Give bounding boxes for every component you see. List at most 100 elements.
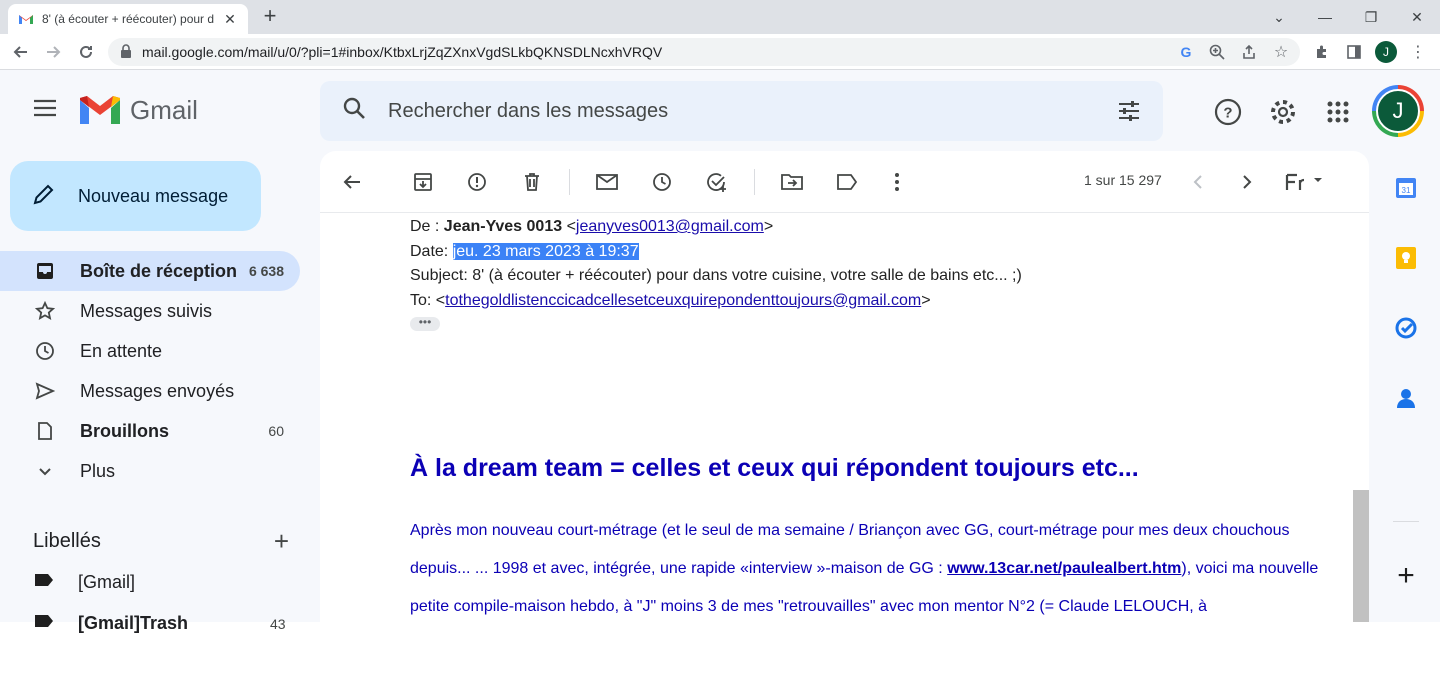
label-name: [Gmail] [78,572,136,592]
svg-text:31: 31 [1402,186,1411,195]
tab-close-icon[interactable]: ✕ [222,11,238,28]
label-item[interactable]: [Gmail] [34,572,135,593]
from-name: Jean-Yves 0013 [443,218,563,235]
sidebar-item-label: Boîte de réception [80,260,238,281]
chrome-menu-icon[interactable]: ⋮ [1406,40,1430,64]
sidebar-item-snoozed[interactable]: En attente [0,331,300,371]
compose-label: Nouveau message [78,185,229,206]
tab-search-icon[interactable]: ⌄ [1256,0,1302,34]
from-email-link[interactable]: jeanyves0013@gmail.com [576,218,764,235]
sidebar-item-sent[interactable]: Messages envoyés [0,371,300,411]
search-bar[interactable]: Rechercher dans les messages [320,81,1163,141]
add-to-tasks-icon[interactable] [704,169,730,195]
sidebar-item-inbox[interactable]: Boîte de réception 6 638 [0,251,300,291]
draft-icon [34,420,56,442]
back-arrow-icon[interactable] [9,40,33,64]
sidebar-item-label: Brouillons [80,420,169,441]
side-panel-icon[interactable] [1342,40,1366,64]
main-menu-icon[interactable] [32,98,58,123]
to-prefix: To: < [410,291,446,309]
zoom-icon[interactable] [1205,40,1229,64]
tasks-icon[interactable] [1393,315,1419,341]
forward-arrow-icon[interactable] [41,40,65,64]
message-headline: À la dream team = celles et ceux qui rép… [410,454,1139,482]
close-window-button[interactable]: ✕ [1394,0,1440,34]
label-item[interactable]: [Gmail]Trash 43 [34,613,286,634]
pencil-icon [32,182,56,211]
label-tag-icon [34,613,54,634]
header-date-line: Date: jeu. 23 mars 2023 à 19:37 [410,240,1340,265]
add-label-icon[interactable]: + [274,526,289,557]
sidebar-item-label: En attente [80,340,163,361]
sidebar-item-drafts[interactable]: Brouillons 60 [0,411,300,451]
clock-icon [34,340,56,362]
side-panel-divider [1393,521,1419,522]
minimize-button[interactable]: — [1302,0,1348,34]
input-tools-icon[interactable] [1283,169,1325,195]
contacts-icon[interactable] [1393,385,1419,411]
show-trimmed-content-button[interactable]: ••• [410,316,440,331]
toolbar-divider [569,169,570,195]
toolbar-divider [754,169,755,195]
gmail-app: Gmail Rechercher dans les messages ? J N… [0,70,1440,633]
search-icon[interactable] [342,96,366,126]
search-input[interactable]: Rechercher dans les messages [388,100,668,123]
older-chevron-icon[interactable] [1234,169,1260,195]
browser-profile-avatar[interactable]: J [1375,41,1397,63]
date-prefix: Date: [410,242,453,260]
delete-icon[interactable] [519,169,545,195]
message-body: De : Jean-Yves 0013 <jeanyves0013@gmail.… [410,215,1340,615]
add-addon-icon[interactable]: + [1393,559,1419,592]
sidebar-nav: Boîte de réception 6 638 Messages suivis… [0,251,300,491]
star-icon [34,300,56,322]
svg-text:?: ? [1223,105,1232,122]
address-bar[interactable]: mail.google.com/mail/u/0/?pli=1#inbox/Kt… [108,38,1300,66]
labels-title: Libellés [33,530,101,552]
google-icon[interactable]: G [1174,40,1198,64]
back-to-inbox-icon[interactable] [339,169,365,195]
settings-gear-icon[interactable] [1268,97,1298,127]
label-tag-icon [34,572,54,593]
lock-icon [120,43,134,61]
mark-unread-icon[interactable] [594,169,620,195]
restore-button[interactable]: ❐ [1348,0,1394,34]
move-to-icon[interactable] [779,169,805,195]
bookmark-star-icon[interactable]: ☆ [1269,40,1293,64]
message-scrollbar-thumb[interactable] [1353,490,1369,622]
date-value-selected: jeu. 23 mars 2023 à 19:37 [452,242,639,260]
new-tab-button[interactable]: + [258,5,282,29]
label-name: [Gmail]Trash [78,613,189,633]
help-icon[interactable]: ? [1213,97,1243,127]
sidebar-item-count: 6 638 [248,263,284,279]
snooze-icon[interactable] [649,169,675,195]
label-icon[interactable] [834,169,860,195]
paragraph-link[interactable]: www.13car.net/paulealbert.htm [947,560,1181,577]
inbox-icon [34,260,56,282]
apps-grid-icon[interactable] [1323,97,1353,127]
account-avatar-initial: J [1376,89,1420,133]
tab-title: 8' (à écouter + réécouter) pour d [42,12,215,26]
keep-icon[interactable] [1393,245,1419,271]
archive-icon[interactable] [410,169,436,195]
sidebar-item-starred[interactable]: Messages suivis [0,291,300,331]
report-spam-icon[interactable] [464,169,490,195]
browser-tab[interactable]: 8' (à écouter + réécouter) pour d ✕ [8,4,248,34]
more-options-icon[interactable] [884,169,910,195]
gmail-wordmark: Gmail [130,95,198,125]
browser-toolbar: mail.google.com/mail/u/0/?pli=1#inbox/Kt… [0,34,1440,70]
browser-tabstrip: 8' (à écouter + réécouter) pour d ✕ + ⌄ … [0,0,1440,34]
share-icon[interactable] [1237,40,1261,64]
sidebar-item-more[interactable]: Plus [0,451,300,491]
newer-chevron-icon[interactable] [1185,169,1211,195]
extensions-icon[interactable] [1310,40,1334,64]
message-panel: 1 sur 15 297 De : Jean-Yves 0013 <jeanyv… [320,151,1369,631]
send-icon [34,380,56,402]
calendar-icon[interactable]: 31 [1393,175,1419,201]
side-panel: 31 + [1369,151,1440,692]
gmail-logo[interactable]: Gmail [80,95,198,126]
reload-icon[interactable] [74,40,98,64]
search-options-icon[interactable] [1117,99,1141,129]
to-email-link[interactable]: tothegoldlistenccicadcellesetceuxquirepo… [445,292,921,309]
account-avatar[interactable]: J [1372,85,1424,137]
compose-button[interactable]: Nouveau message [10,161,261,231]
